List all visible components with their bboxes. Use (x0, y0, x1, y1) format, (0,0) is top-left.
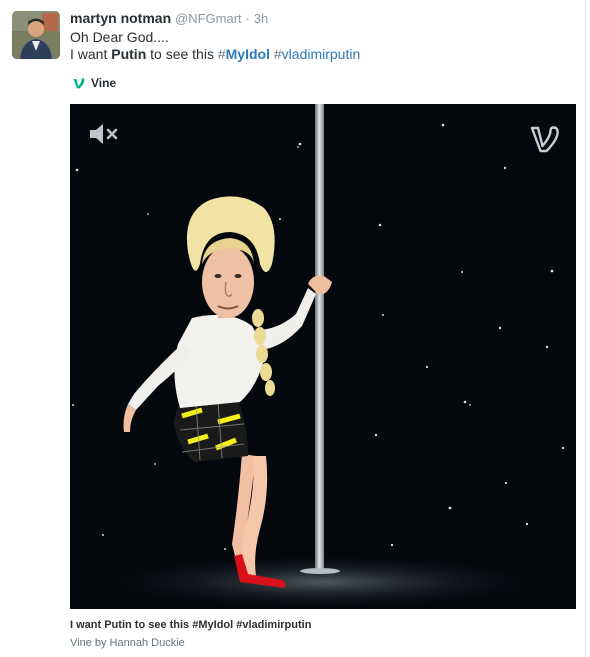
separator: · (245, 11, 250, 26)
vine-logo-icon (73, 78, 85, 89)
divider (585, 0, 586, 657)
author-name[interactable]: martyn notman (70, 10, 171, 26)
card-byline[interactable]: Vine by Hannah Duckie (70, 637, 185, 649)
tweet-text-line-2: I want Putin to see this #MyIdol #vladim… (70, 46, 570, 63)
tweet-text: Oh Dear God.... I want Putin to see this… (70, 29, 570, 63)
card-title[interactable]: I want Putin to see this #MyIdol #vladim… (70, 619, 311, 631)
video-frame (70, 104, 576, 609)
text-prefix: I want (70, 46, 112, 62)
tweet-text-line-1: Oh Dear God.... (70, 29, 169, 45)
pole (315, 104, 324, 572)
tweet-header: martyn notman @NFGmart · 3h (70, 10, 268, 27)
vine-watermark-icon (530, 122, 560, 154)
card-source[interactable]: Vine (72, 74, 116, 92)
hashtag-vladimirputin[interactable]: #vladimirputin (274, 46, 360, 62)
card-source-label: Vine (91, 76, 117, 90)
highlighted-word: Putin (111, 46, 147, 62)
video-player[interactable] (70, 104, 576, 609)
text-mid: to see this (146, 46, 218, 62)
avatar-image (12, 11, 60, 59)
timestamp[interactable]: 3h (254, 11, 268, 26)
author-handle[interactable]: @NFGmart (175, 11, 242, 26)
tweet: martyn notman @NFGmart · 3h Oh Dear God.… (0, 0, 590, 657)
speaker-muted-icon[interactable] (88, 122, 120, 146)
hashtag-myidol[interactable]: #MyIdol (218, 46, 270, 62)
avatar[interactable] (12, 11, 60, 59)
